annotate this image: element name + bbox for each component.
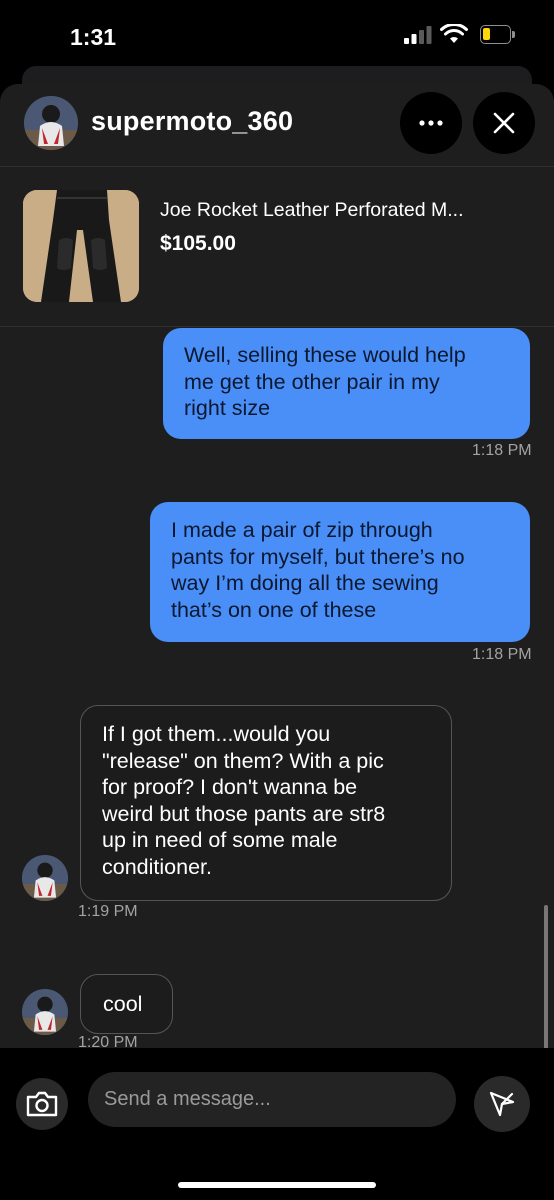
message-line: "release" on them? With a pic <box>102 748 384 773</box>
wifi-icon <box>440 24 468 43</box>
home-indicator[interactable] <box>178 1182 376 1188</box>
conversation-username[interactable]: supermoto_360 <box>91 106 293 137</box>
message-line: cool <box>103 992 143 1016</box>
message-line: If I got them...would you <box>102 722 331 746</box>
message-line: that’s on one of these <box>171 597 377 622</box>
close-icon <box>493 112 515 134</box>
rider-avatar-icon <box>22 855 68 901</box>
avatar[interactable] <box>22 855 68 901</box>
message-line: me get the other pair in my <box>184 369 440 394</box>
scrollbar[interactable] <box>544 905 548 1050</box>
status-bar: 1:31 <box>0 0 554 72</box>
message-line: weird but those pants are str8 <box>102 801 386 826</box>
received-message-bubble[interactable]: If I got them...would you "release" on t… <box>80 705 452 901</box>
message-line: right size <box>184 396 271 420</box>
leather-pants-image <box>23 190 139 302</box>
more-options-button[interactable] <box>400 92 462 154</box>
status-time: 1:31 <box>70 24 117 50</box>
message-line: conditioner. <box>102 854 212 879</box>
message-line: I made a pair of zip through <box>171 518 433 542</box>
message-line: pants for myself, but there’s no <box>171 544 465 569</box>
send-icon <box>489 1091 515 1117</box>
listing-thumbnail[interactable] <box>23 190 139 302</box>
avatar[interactable] <box>22 989 68 1035</box>
rider-avatar-icon <box>22 989 68 1035</box>
battery-icon <box>480 25 515 44</box>
conversation-header: supermoto_360 <box>0 84 554 167</box>
message-line: up in need of some male <box>102 828 338 852</box>
message-line: way I’m doing all the sewing <box>171 571 439 595</box>
close-button[interactable] <box>473 92 535 154</box>
camera-button[interactable] <box>16 1078 68 1130</box>
listing-price: $105.00 <box>160 232 236 255</box>
message-line: for proof? I don't wanna be <box>102 775 358 799</box>
composer-bar <box>0 1048 554 1200</box>
sent-message-bubble[interactable]: Well, selling these would help me get th… <box>163 328 530 439</box>
send-button[interactable] <box>474 1076 530 1132</box>
message-timestamp: 1:18 PM <box>472 646 532 663</box>
avatar[interactable] <box>24 96 78 150</box>
camera-icon <box>26 1091 58 1117</box>
message-timestamp: 1:19 PM <box>78 903 138 920</box>
message-timestamp: 1:18 PM <box>472 442 532 459</box>
message-input[interactable] <box>88 1072 456 1127</box>
rider-avatar-icon <box>24 96 78 150</box>
listing-preview[interactable]: Joe Rocket Leather Perforated M... $105.… <box>0 166 554 327</box>
sent-message-bubble[interactable]: I made a pair of zip through pants for m… <box>150 502 530 642</box>
received-message-bubble[interactable]: cool <box>80 974 173 1034</box>
message-sheet: supermoto_360 Joe Rocket Leather Perfora… <box>0 84 554 1200</box>
cellular-signal-icon <box>404 26 432 44</box>
ellipsis-icon <box>419 120 443 126</box>
message-line: Well, selling these would help <box>184 343 466 367</box>
listing-title: Joe Rocket Leather Perforated M... <box>160 199 464 221</box>
